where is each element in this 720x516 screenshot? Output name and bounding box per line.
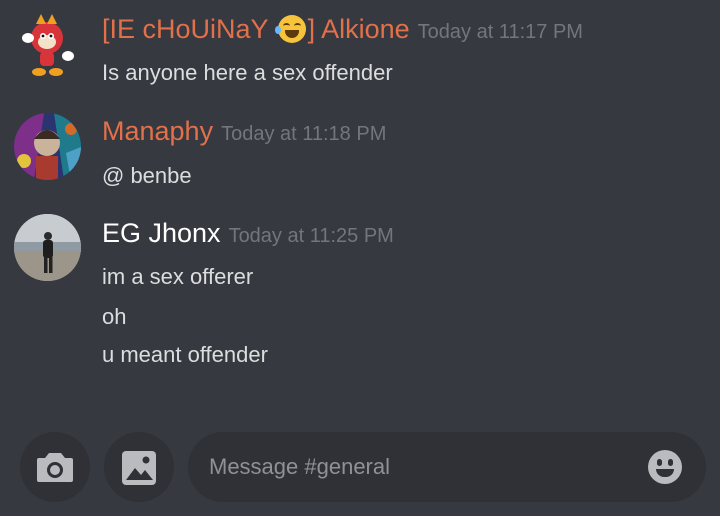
message-text: Is anyone here a sex offender xyxy=(102,60,393,85)
message-text: oh xyxy=(102,304,127,329)
avatar[interactable] xyxy=(14,12,81,79)
timestamp: Today at 11:17 PM xyxy=(417,21,583,43)
image-icon xyxy=(122,451,156,485)
camera-button[interactable] xyxy=(20,432,90,502)
emoji-icon[interactable] xyxy=(648,450,682,484)
timestamp: Today at 11:18 PM xyxy=(221,123,387,145)
message-text: @ benbe xyxy=(102,163,192,188)
author-name[interactable]: EG Jhonx xyxy=(102,218,221,248)
message-header: [IE cHoUiNaY ] Alkione Today at 11:17 PM xyxy=(102,14,583,45)
comic-artwork-avatar-icon xyxy=(14,113,81,180)
message-text: im a sex offerer xyxy=(102,264,254,289)
message-text: u meant offender xyxy=(102,342,268,367)
message-input[interactable]: Message #general xyxy=(188,432,706,502)
message-input-placeholder: Message #general xyxy=(209,454,391,479)
avatar[interactable] xyxy=(14,113,81,180)
joy-emoji-icon xyxy=(274,15,306,43)
camera-icon xyxy=(37,453,73,482)
author-name[interactable]: Manaphy xyxy=(102,116,213,146)
author-name[interactable]: [IE cHoUiNaY ] Alkione xyxy=(102,14,410,44)
timestamp: Today at 11:25 PM xyxy=(228,225,394,247)
cartoon-character-avatar-icon xyxy=(22,14,74,76)
gallery-button[interactable] xyxy=(104,432,174,502)
message-header: EG Jhonx Today at 11:25 PM xyxy=(102,218,394,249)
message-header: Manaphy Today at 11:18 PM xyxy=(102,116,386,147)
beach-photo-avatar-icon xyxy=(14,214,81,281)
avatar[interactable] xyxy=(14,214,81,281)
